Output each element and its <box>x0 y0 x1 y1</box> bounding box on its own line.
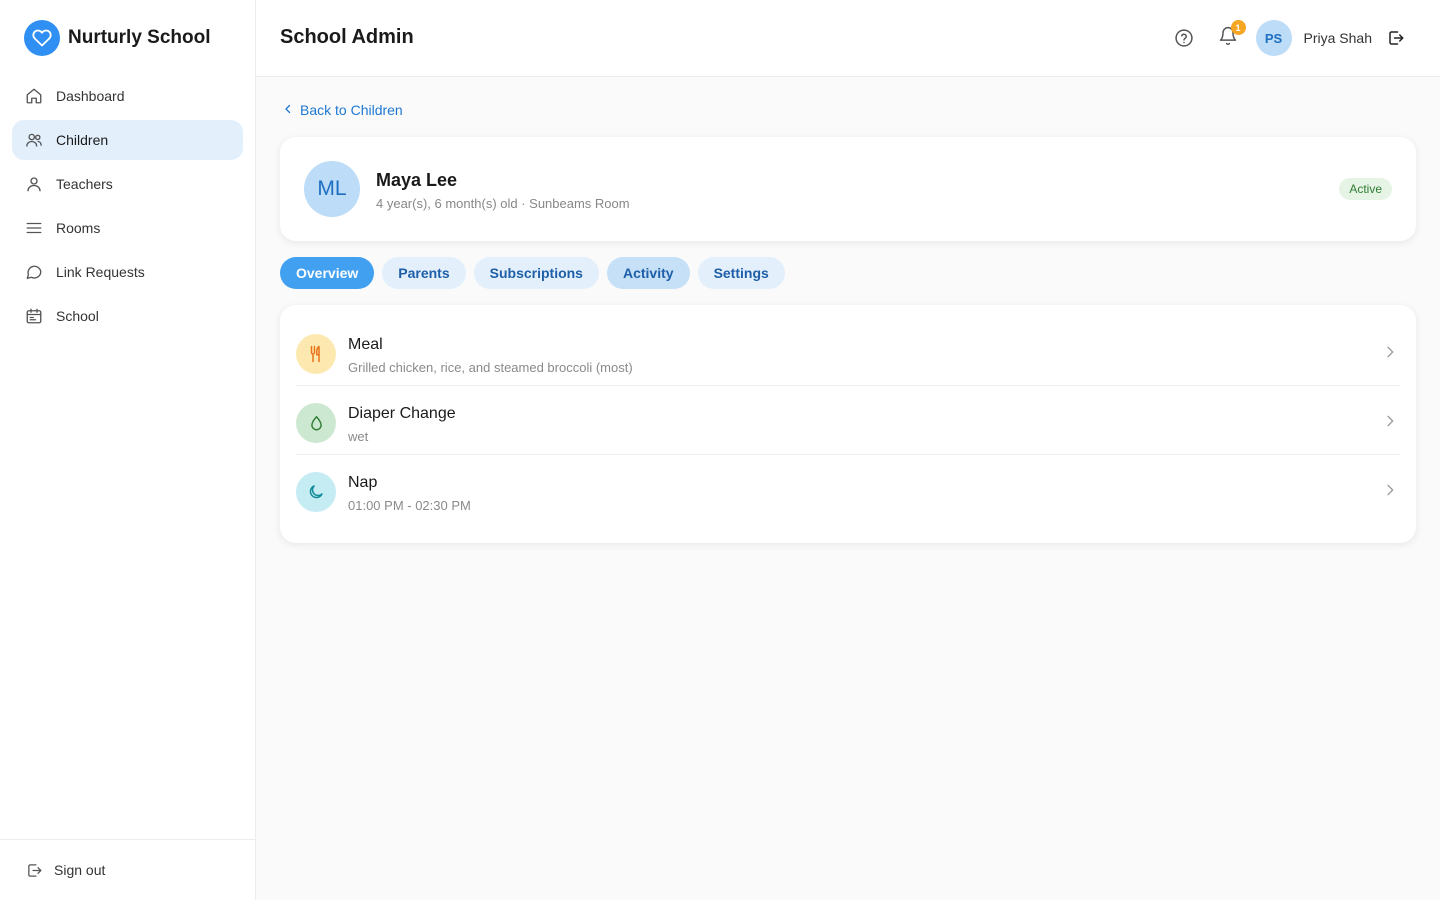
list-item[interactable]: Meal Grilled chicken, rice, and steamed … <box>296 317 1400 386</box>
chevron-right-icon <box>1382 344 1398 360</box>
avatar[interactable]: PS <box>1255 20 1292 56</box>
list-item[interactable]: Nap 01:00 PM - 02:30 PM <box>296 455 1400 524</box>
activity-title: Nap <box>348 474 378 491</box>
help-icon[interactable] <box>1172 26 1196 50</box>
child-tabs: Overview Parents Subscriptions Activity … <box>280 257 785 289</box>
menu-icon <box>24 218 44 238</box>
message-icon <box>24 262 44 282</box>
back-to-children-link[interactable]: Back to Children <box>282 102 403 118</box>
sidebar-item-school[interactable]: School <box>12 296 243 336</box>
activity-title: Diaper Change <box>348 405 456 422</box>
users-icon <box>24 130 44 150</box>
chevron-right-icon <box>1382 482 1398 498</box>
sidebar-item-label: Rooms <box>56 220 101 236</box>
activity-detail: wet <box>348 429 369 444</box>
utensils-icon <box>296 334 336 374</box>
sidebar-item-label: Teachers <box>56 176 113 192</box>
sign-out-label: Sign out <box>54 862 106 878</box>
sign-out-button[interactable]: Sign out <box>0 839 255 900</box>
user-icon <box>24 174 44 194</box>
user-name[interactable]: Priya Shah <box>1304 30 1372 46</box>
brand[interactable]: Nurturly School <box>24 20 211 56</box>
sidebar-item-rooms[interactable]: Rooms <box>12 208 243 248</box>
chevron-left-icon <box>282 102 294 118</box>
tab-subscriptions[interactable]: Subscriptions <box>473 257 599 289</box>
activity-detail: Grilled chicken, rice, and steamed brocc… <box>348 360 633 375</box>
moon-icon <box>296 472 336 512</box>
notification-badge: 1 <box>1230 20 1246 35</box>
sidebar-item-teachers[interactable]: Teachers <box>12 164 243 204</box>
home-icon <box>24 86 44 106</box>
activity-title: Meal <box>348 336 383 353</box>
activity-list: Meal Grilled chicken, rice, and steamed … <box>280 305 1416 543</box>
back-link-label: Back to Children <box>300 102 403 118</box>
droplet-icon <box>296 403 336 443</box>
calendar-icon <box>24 306 44 326</box>
sidebar-item-dashboard[interactable]: Dashboard <box>12 76 243 116</box>
child-profile-card: ML Maya Lee 4 year(s), 6 month(s) old · … <box>280 137 1416 241</box>
sidebar-item-label: Dashboard <box>56 88 125 104</box>
page-title: School Admin <box>280 26 414 48</box>
list-item[interactable]: Diaper Change wet <box>296 386 1400 455</box>
sidebar-item-children[interactable]: Children <box>12 120 243 160</box>
brand-name: Nurturly School <box>68 27 211 48</box>
sidebar: Nurturly School Dashboard Children Teach… <box>0 0 256 900</box>
heart-icon <box>24 20 60 56</box>
tab-activity[interactable]: Activity <box>606 257 690 289</box>
status-badge: Active <box>1339 178 1392 200</box>
header-actions: 1 PS Priya Shah <box>1172 20 1408 56</box>
top-header: School Admin 1 PS Priya Shah <box>256 0 1440 77</box>
child-age-room: 4 year(s), 6 month(s) old · Sunbeams Roo… <box>376 196 630 211</box>
activity-detail: 01:00 PM - 02:30 PM <box>348 498 471 513</box>
tab-overview[interactable]: Overview <box>280 257 375 289</box>
logout-icon[interactable] <box>1384 26 1408 50</box>
sidebar-item-label: School <box>56 308 99 324</box>
sign-out-icon <box>24 860 44 880</box>
sidebar-item-link-requests[interactable]: Link Requests <box>12 252 243 292</box>
sidebar-nav: Dashboard Children Teachers Rooms Link R… <box>12 76 243 340</box>
notifications-button[interactable]: 1 <box>1216 20 1246 50</box>
child-avatar: ML <box>304 161 360 217</box>
sidebar-item-label: Children <box>56 132 109 148</box>
tab-parents[interactable]: Parents <box>382 257 466 289</box>
child-name: Maya Lee <box>376 170 458 190</box>
chevron-right-icon <box>1382 413 1398 429</box>
sidebar-item-label: Link Requests <box>56 264 145 280</box>
tab-settings[interactable]: Settings <box>697 257 785 289</box>
